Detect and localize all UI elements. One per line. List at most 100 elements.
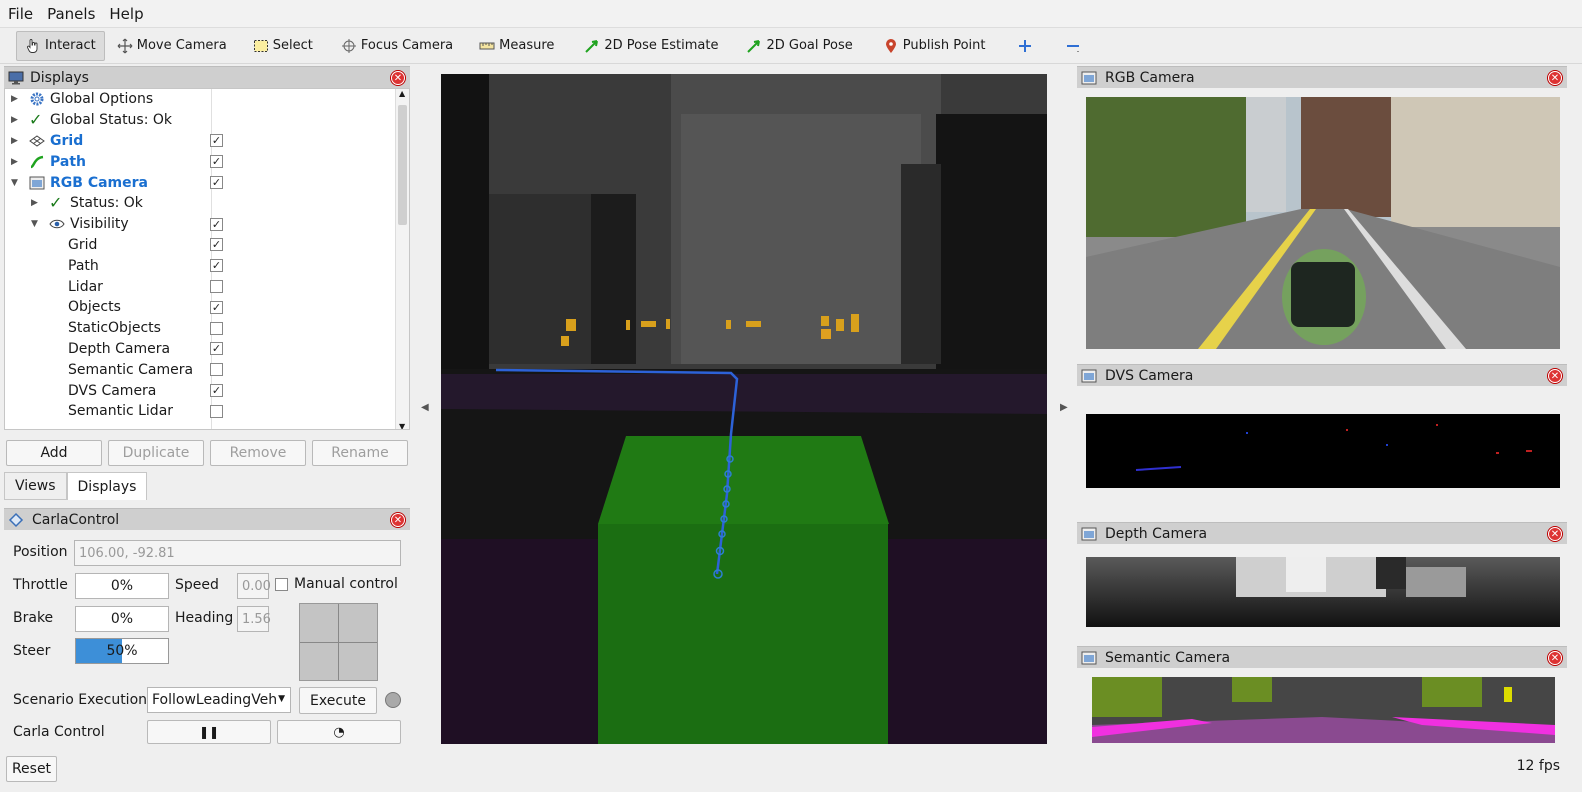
close-icon[interactable]: ✕	[1548, 526, 1562, 541]
tree-row-vis-path[interactable]: Path ✓	[5, 255, 409, 276]
vis-path-checkbox[interactable]: ✓	[210, 259, 223, 273]
expand-arrow-icon[interactable]: ▶	[11, 94, 18, 104]
tree-row-rgb-camera[interactable]: ▼ RGB Camera ✓	[5, 172, 409, 193]
scenario-label: Scenario Execution	[13, 692, 148, 708]
throttle-field[interactable]: 0%	[75, 573, 169, 599]
tree-scrollbar[interactable]: ▲ ▼	[395, 89, 409, 429]
vis-dvs-checkbox[interactable]: ✓	[210, 384, 223, 398]
crosshair-icon	[341, 38, 356, 53]
eye-icon	[49, 219, 65, 229]
vis-lidar-checkbox[interactable]	[210, 280, 223, 294]
right-splitter-arrow-icon[interactable]: ▶	[1060, 402, 1068, 413]
rgb-camera-image	[1086, 97, 1560, 349]
publish-point-tool[interactable]: Publish Point	[875, 31, 994, 61]
add-tool-button[interactable]	[1009, 31, 1041, 61]
brake-field[interactable]: 0%	[75, 606, 169, 632]
scroll-down-icon[interactable]: ▼	[399, 422, 405, 429]
scroll-thumb[interactable]	[398, 105, 407, 225]
tree-row-global-status[interactable]: ▶ ✓ Global Status: Ok	[5, 110, 409, 131]
expand-arrow-icon[interactable]: ▶	[11, 136, 18, 146]
select-tool[interactable]: Select	[245, 31, 321, 61]
remove-button[interactable]: Remove	[210, 440, 306, 466]
close-icon[interactable]: ✕	[1548, 368, 1562, 383]
execute-button[interactable]: Execute	[299, 687, 377, 714]
tab-views[interactable]: Views	[4, 472, 67, 500]
manual-control-checkbox[interactable]	[275, 578, 288, 591]
grid-checkbox[interactable]: ✓	[210, 134, 223, 148]
tree-row-vis-dvs-camera[interactable]: DVS Camera ✓	[5, 380, 409, 401]
close-icon[interactable]: ✕	[1548, 650, 1562, 665]
semantic-camera-title: Semantic Camera	[1105, 649, 1231, 666]
tree-row-global-options[interactable]: ▶ Global Options	[5, 89, 409, 110]
tree-row-status-ok[interactable]: ▶ ✓ Status: Ok	[5, 193, 409, 214]
expand-arrow-icon[interactable]: ▶	[31, 198, 38, 208]
collapse-arrow-icon[interactable]: ▼	[11, 178, 18, 188]
tree-label: Lidar	[68, 278, 103, 295]
vis-depth-checkbox[interactable]: ✓	[210, 342, 223, 356]
steer-value: 50%	[106, 643, 138, 659]
tree-row-vis-objects[interactable]: Objects ✓	[5, 297, 409, 318]
visibility-checkbox[interactable]: ✓	[210, 217, 223, 231]
carla-control-title: CarlaControl	[32, 511, 120, 528]
vis-objects-checkbox[interactable]: ✓	[210, 300, 223, 314]
tree-label: Global Options	[50, 91, 154, 108]
scenario-select[interactable]: FollowLeadingVeh ▼	[147, 687, 291, 713]
plus-icon	[1019, 39, 1032, 52]
vis-staticobjects-checkbox[interactable]	[210, 321, 223, 335]
menu-help[interactable]: Help	[109, 5, 143, 23]
close-icon[interactable]: ✕	[391, 70, 405, 85]
tree-row-grid[interactable]: ▶ Grid ✓	[5, 131, 409, 152]
reset-button[interactable]: Reset	[6, 756, 57, 782]
collapse-arrow-icon[interactable]: ▼	[31, 219, 38, 229]
path-checkbox[interactable]: ✓	[210, 155, 223, 169]
step-button[interactable]: ◔	[277, 720, 401, 744]
close-icon[interactable]: ✕	[391, 512, 405, 527]
steering-joystick-pad[interactable]	[299, 603, 378, 681]
scroll-up-icon[interactable]: ▲	[399, 89, 405, 98]
tree-label: Grid	[68, 236, 98, 253]
tree-row-vis-semantic-lidar[interactable]: Semantic Lidar	[5, 401, 409, 422]
tree-row-vis-semantic-camera[interactable]: Semantic Camera	[5, 359, 409, 380]
rgb-camera-checkbox[interactable]: ✓	[210, 176, 223, 190]
tree-row-vis-depth-camera[interactable]: Depth Camera ✓	[5, 339, 409, 360]
position-field[interactable]: 106.00, -92.81	[74, 540, 401, 566]
vis-semantic-checkbox[interactable]	[210, 363, 223, 377]
measure-tool[interactable]: Measure	[471, 31, 562, 61]
goal-pose-tool[interactable]: 2D Goal Pose	[738, 31, 860, 61]
add-button[interactable]: Add	[6, 440, 102, 466]
depth-camera-title: Depth Camera	[1105, 525, 1208, 542]
menu-file[interactable]: File	[8, 5, 33, 23]
vis-grid-checkbox[interactable]: ✓	[210, 238, 223, 252]
expand-arrow-icon[interactable]: ▶	[11, 115, 18, 125]
focus-camera-tool[interactable]: Focus Camera	[333, 31, 461, 61]
scenario-value: FollowLeadingVeh	[152, 692, 278, 708]
duplicate-button[interactable]: Duplicate	[108, 440, 204, 466]
rename-button[interactable]: Rename	[312, 440, 408, 466]
tree-label: Path	[50, 153, 86, 170]
tree-row-visibility[interactable]: ▼ Visibility ✓	[5, 214, 409, 235]
expand-arrow-icon[interactable]: ▶	[11, 157, 18, 167]
goal-arrow-icon	[747, 39, 761, 53]
interact-tool[interactable]: Interact	[16, 30, 105, 61]
status-indicator-light	[385, 692, 401, 708]
measure-label: Measure	[499, 38, 555, 53]
tree-row-vis-lidar[interactable]: Lidar	[5, 276, 409, 297]
tree-row-path[interactable]: ▶ Path ✓	[5, 151, 409, 172]
tree-row-vis-staticobjects[interactable]: StaticObjects	[5, 318, 409, 339]
grid-icon	[29, 135, 45, 147]
close-icon[interactable]: ✕	[1548, 70, 1562, 85]
pause-button[interactable]: ❚❚	[147, 720, 271, 744]
menu-panels[interactable]: Panels	[47, 5, 95, 23]
semantic-camera-header: Semantic Camera ✕	[1077, 646, 1567, 668]
left-splitter-arrow-icon[interactable]: ◀	[421, 402, 429, 413]
checkmark-icon: ✓	[49, 193, 63, 213]
vis-semantic-lidar-checkbox[interactable]	[210, 404, 223, 418]
remove-tool-button[interactable]	[1057, 31, 1089, 61]
tab-displays[interactable]: Displays	[66, 472, 148, 500]
move-camera-tool[interactable]: Move Camera	[109, 31, 235, 61]
tree-row-vis-grid[interactable]: Grid ✓	[5, 235, 409, 256]
heading-field: 1.56	[237, 606, 271, 632]
pose-estimate-tool[interactable]: 2D Pose Estimate	[576, 31, 726, 61]
hand-pointer-icon	[27, 38, 38, 53]
3d-viewport[interactable]	[441, 74, 1047, 744]
